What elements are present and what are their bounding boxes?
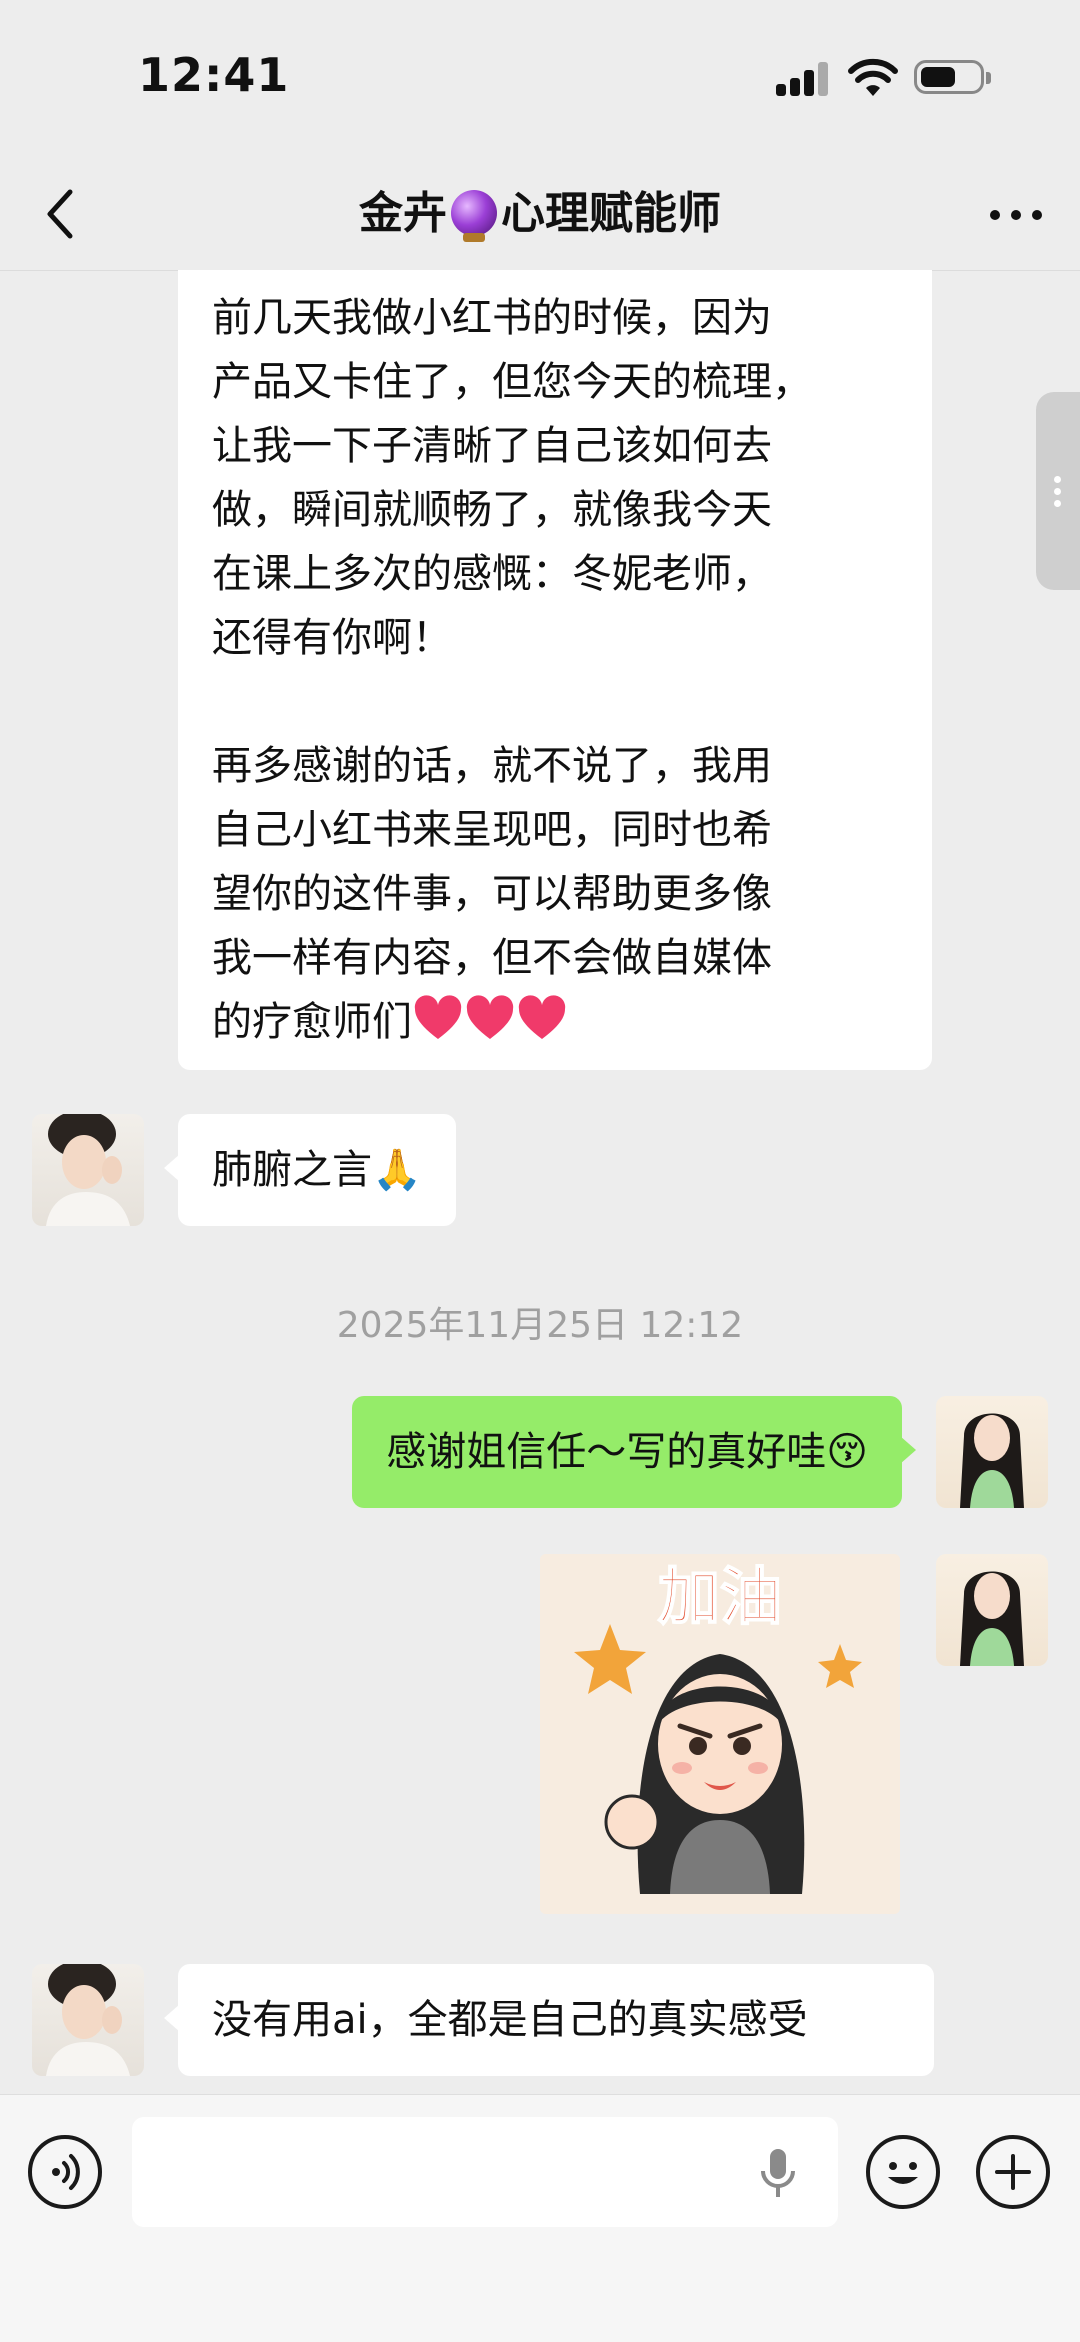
hearts (412, 995, 568, 1045)
cellular-signal-icon (776, 62, 836, 96)
battery-icon (914, 60, 991, 94)
more-options-icon[interactable] (986, 196, 1046, 232)
contact-avatar[interactable] (32, 1964, 144, 2076)
message-paragraph: 前几天我做小红书的时候，因为 产品又卡住了，但您今天的梳理， 让我一下子清晰了自… (212, 295, 812, 661)
voice-mode-icon[interactable] (28, 2135, 102, 2209)
emoji-icon[interactable] (866, 2135, 940, 2209)
avatar-portrait (46, 1964, 130, 2076)
title-role: 心理赋能师 (501, 188, 721, 239)
message-bubble-received[interactable]: 肺腑之言🙏 (164, 1114, 456, 1226)
avatar-portrait (960, 1413, 1024, 1508)
message-bubble-sent[interactable]: 感谢姐信任～写的真好哇😚 (352, 1396, 916, 1508)
chat-title: 金卉 心理赋能师 (0, 182, 1080, 246)
message-input[interactable] (132, 2117, 838, 2227)
microphone-icon[interactable] (758, 2147, 798, 2199)
avatar-portrait (46, 1114, 130, 1226)
heart-icon (466, 995, 514, 1039)
contact-avatar[interactable] (32, 1114, 144, 1226)
message-text: 肺腑之言🙏 (212, 1147, 422, 1193)
avatar-portrait (960, 1571, 1024, 1666)
floating-side-tab[interactable] (1036, 392, 1080, 590)
add-icon[interactable] (976, 2135, 1050, 2209)
heart-icon (518, 995, 566, 1039)
wifi-icon (848, 58, 898, 96)
message-timestamp: 2025年11月25日 12:12 (336, 1305, 744, 1346)
status-bar: 12:41 (0, 0, 1080, 160)
heart-icon (414, 995, 462, 1039)
chat-input-bar (0, 2094, 1080, 2342)
status-time: 12:41 (138, 48, 290, 102)
sticker-text: 加油 (658, 1560, 782, 1633)
message-text: 没有用ai，全都是自己的真实感受 (212, 1997, 808, 2043)
my-avatar[interactable] (936, 1396, 1048, 1508)
title-name: 金卉 (359, 188, 447, 239)
sticker-image[interactable]: 加油 (540, 1554, 900, 1914)
chat-header: 金卉 心理赋能师 (0, 160, 1080, 271)
message-text: 感谢姐信任～写的真好哇😚 (386, 1429, 868, 1475)
crystal-ball-icon (451, 190, 497, 242)
message-bubble-received[interactable]: 前几天我做小红书的时候，因为 产品又卡住了，但您今天的梳理， 让我一下子清晰了自… (178, 270, 932, 1070)
sticker-illustration: 加油 (540, 1554, 900, 1914)
message-bubble-received[interactable]: 没有用ai，全都是自己的真实感受 (164, 1964, 934, 2076)
my-avatar[interactable] (936, 1554, 1048, 1666)
